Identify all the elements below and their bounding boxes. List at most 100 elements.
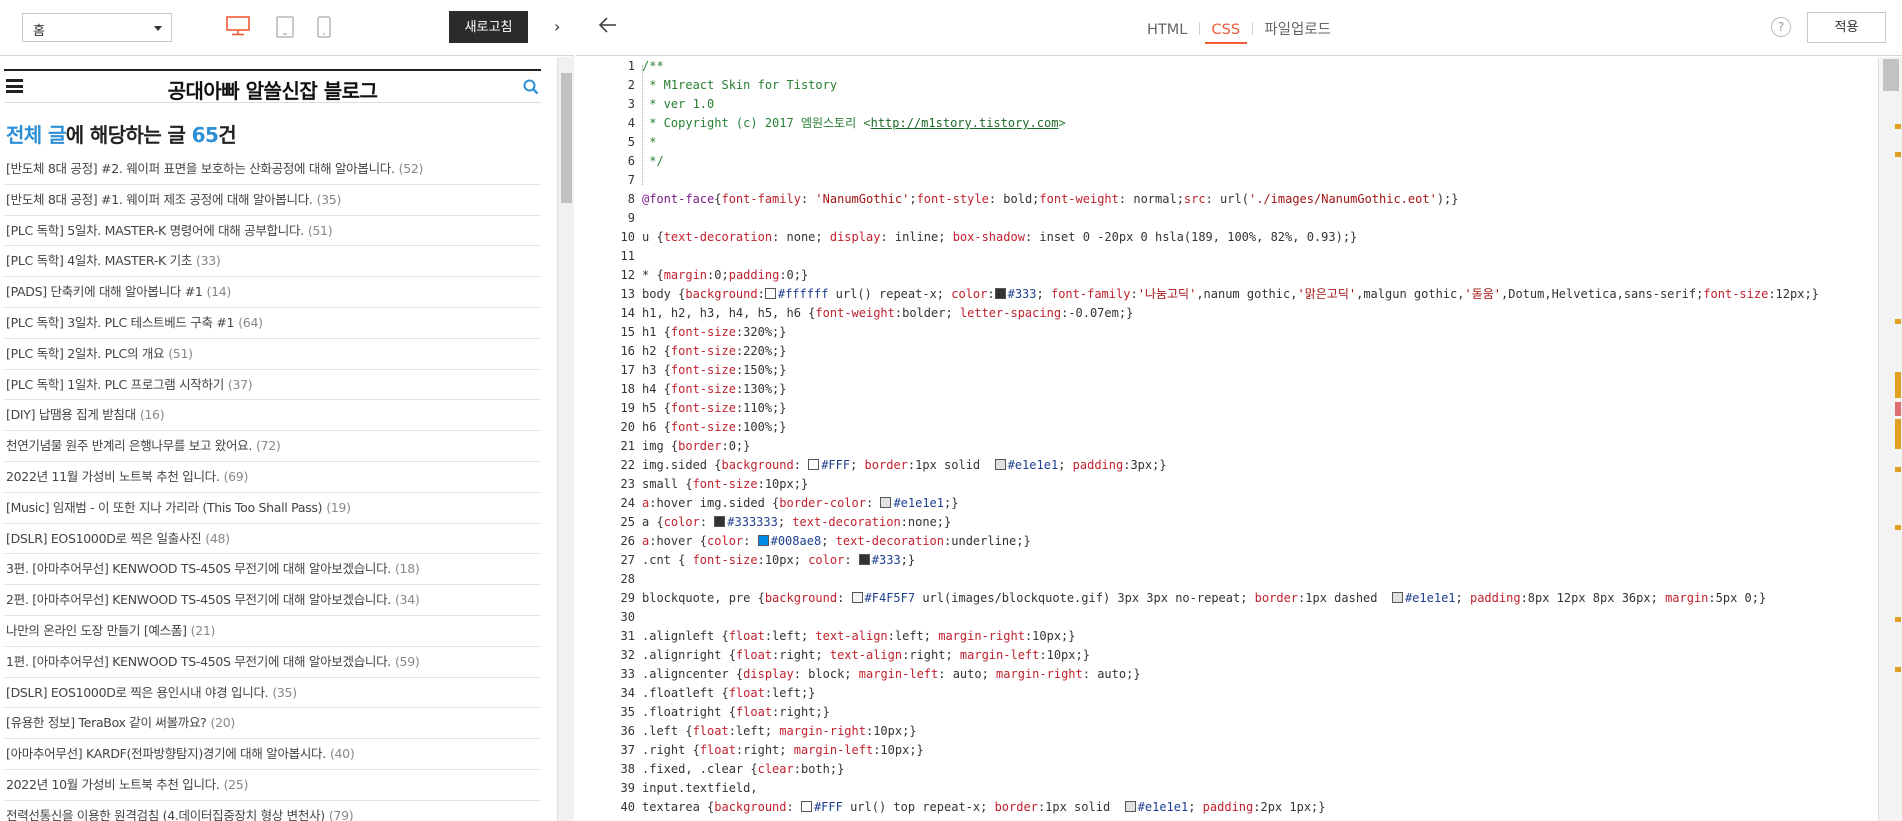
code-line[interactable]: img.sided {background: #FFF; border:1px … (642, 456, 1878, 475)
post-list-item[interactable]: 천연기념물 원주 반계리 은행나무를 보고 왔어요. (72) (4, 431, 541, 462)
post-title[interactable]: [PADS] 단축키에 대해 알아봅니다 #1 (6, 284, 203, 299)
post-title[interactable]: [아마추어무선] KARDF(전파방향탐지)경기에 대해 알아봅시다. (6, 746, 326, 761)
post-list-item[interactable]: 나만의 온라인 도장 만들기 [예스폼] (21) (4, 616, 541, 647)
post-title[interactable]: [반도체 8대 공정] #1. 웨이퍼 제조 공정에 대해 알아봅니다. (6, 192, 313, 207)
tablet-icon[interactable] (276, 16, 294, 42)
code-line[interactable]: h5 {font-size:110%;} (642, 399, 1878, 418)
refresh-button[interactable]: 새로고침 (449, 11, 528, 43)
search-icon[interactable] (523, 79, 539, 99)
post-title[interactable]: [PLC 독학] 2일차. PLC의 개요 (6, 346, 165, 361)
code-line[interactable]: a:hover {color: #008ae8; text-decoration… (642, 532, 1878, 551)
post-list-item[interactable]: 1편. [아마추어무선] KENWOOD TS-450S 무전기에 대해 알아보… (4, 647, 541, 678)
tab-file-upload[interactable]: 파일업로드 (1257, 18, 1338, 40)
css-code-editor[interactable]: 1 2 3 4 5 6 7 8 9 10 11 12 13 14 15 16 17 18 19 20 21 22 23 24 2… (576, 57, 1878, 821)
code-line[interactable]: .right {float:right; margin-left:10px;} (642, 741, 1878, 760)
post-title[interactable]: 3편. [아마추어무선] KENWOOD TS-450S 무전기에 대해 알아보… (6, 561, 391, 576)
collapse-chevron-icon[interactable]: › (554, 17, 560, 36)
post-list-item[interactable]: [PLC 독학] 1일차. PLC 프로그램 시작하기 (37) (4, 370, 541, 401)
post-list-item[interactable]: [DIY] 납땜용 집게 받침대 (16) (4, 400, 541, 432)
code-line[interactable]: u {text-decoration: none; display: inlin… (642, 228, 1878, 247)
post-title[interactable]: [PLC 독학] 3일차. PLC 테스트베드 구축 #1 (6, 315, 235, 330)
code-line[interactable] (642, 171, 1878, 190)
code-line[interactable]: @font-face{font-family: 'NanumGothic';fo… (642, 190, 1878, 209)
preview-scrollbar[interactable] (557, 57, 574, 821)
post-title[interactable]: 전력선통신을 이용한 원격검침 (4.데이터집중장치 형상 변천사) (6, 808, 325, 821)
post-title[interactable]: [반도체 8대 공정] #2. 웨이퍼 표면을 보호하는 산화공정에 대해 알아… (6, 161, 395, 176)
post-list-item[interactable]: [PLC 독학] 4일차. MASTER-K 기초 (33) (4, 246, 541, 278)
post-list-item[interactable]: 2022년 10월 가성비 노트북 추천 입니다. (25) (4, 770, 541, 801)
code-line[interactable]: */ (642, 152, 1878, 171)
code-line[interactable]: a:hover img.sided {border-color: #e1e1e1… (642, 494, 1878, 513)
code-line[interactable]: * M1react Skin for Tistory (642, 76, 1878, 95)
post-list-item[interactable]: [DSLR] EOS1000D로 찍은 용인시내 야경 입니다. (35) (4, 678, 541, 709)
post-list-item[interactable]: [PLC 독학] 2일차. PLC의 개요 (51) (4, 339, 541, 370)
code-line[interactable] (642, 209, 1878, 228)
post-list-item[interactable]: 2편. [아마추어무선] KENWOOD TS-450S 무전기에 대해 알아보… (4, 585, 541, 616)
post-title[interactable]: [PLC 독학] 5일차. MASTER-K 명령어에 대해 공부합니다. (6, 223, 304, 238)
post-title[interactable]: [DSLR] EOS1000D로 찍은 용인시내 야경 입니다. (6, 685, 269, 700)
post-list-item[interactable]: [DSLR] EOS1000D로 찍은 일출사진 (48) (4, 524, 541, 555)
post-list-item[interactable]: 전력선통신을 이용한 원격검침 (4.데이터집중장치 형상 변천사) (79) (4, 801, 541, 821)
code-line[interactable]: .left {float:left; margin-right:10px;} (642, 722, 1878, 741)
code-line[interactable]: /** (642, 57, 1878, 76)
code-line[interactable]: blockquote, pre {background: #F4F5F7 url… (642, 589, 1878, 608)
code-line[interactable]: .floatright {float:right;} (642, 703, 1878, 722)
blog-title[interactable]: 공대아빠 알쓸신잡 블로그 (4, 75, 541, 104)
code-line[interactable]: h1, h2, h3, h4, h5, h6 {font-weight:bold… (642, 304, 1878, 323)
post-title[interactable]: 나만의 온라인 도장 만들기 [예스폼] (6, 623, 187, 638)
post-title[interactable]: 천연기념물 원주 반계리 은행나무를 보고 왔어요. (6, 438, 252, 453)
code-line[interactable]: a {color: #333333; text-decoration:none;… (642, 513, 1878, 532)
post-title[interactable]: [PLC 독학] 4일차. MASTER-K 기초 (6, 253, 192, 268)
code-line[interactable] (642, 570, 1878, 589)
post-title[interactable]: 2022년 10월 가성비 노트북 추천 입니다. (6, 777, 220, 792)
post-title[interactable]: [DSLR] EOS1000D로 찍은 일출사진 (6, 531, 202, 546)
post-list-item[interactable]: [PADS] 단축키에 대해 알아봅니다 #1 (14) (4, 277, 541, 308)
code-line[interactable]: h6 {font-size:100%;} (642, 418, 1878, 437)
code-line[interactable]: .alignright {float:right; text-align:rig… (642, 646, 1878, 665)
pc-icon[interactable] (226, 16, 250, 40)
post-title[interactable]: [PLC 독학] 1일차. PLC 프로그램 시작하기 (6, 377, 224, 392)
post-list-item[interactable]: [유용한 정보] TeraBox 같이 써볼까요? (20) (4, 708, 541, 740)
code-line[interactable]: .alignleft {float:left; text-align:left;… (642, 627, 1878, 646)
code-line[interactable]: input.textfield, (642, 779, 1878, 798)
code-line[interactable]: small {font-size:10px;} (642, 475, 1878, 494)
post-list-item[interactable]: 3편. [아마추어무선] KENWOOD TS-450S 무전기에 대해 알아보… (4, 554, 541, 586)
post-list-item[interactable]: [반도체 8대 공정] #2. 웨이퍼 표면을 보호하는 산화공정에 대해 알아… (4, 154, 541, 185)
code-line[interactable]: h4 {font-size:130%;} (642, 380, 1878, 399)
code-line[interactable]: h3 {font-size:150%;} (642, 361, 1878, 380)
code-line[interactable]: * {margin:0;padding:0;} (642, 266, 1878, 285)
code-line[interactable]: * Copyright (c) 2017 엠원스토리 <http://m1sto… (642, 114, 1878, 133)
code-line[interactable]: textarea {background: #FFF url() top rep… (642, 798, 1878, 817)
post-list-item[interactable]: [PLC 독학] 3일차. PLC 테스트베드 구축 #1 (64) (4, 308, 541, 339)
page-select[interactable]: 홈 (22, 13, 172, 42)
editor-scrollbar-thumb[interactable] (1883, 59, 1899, 91)
tab-css[interactable]: CSS (1204, 22, 1248, 44)
code-line[interactable] (642, 247, 1878, 266)
code-line[interactable]: .floatleft {float:left;} (642, 684, 1878, 703)
post-list-item[interactable]: [반도체 8대 공정] #1. 웨이퍼 제조 공정에 대해 알아봅니다. (35) (4, 185, 541, 216)
post-list-item[interactable]: [Music] 임재범 - 이 또한 지나 가리라 (This Too Shal… (4, 493, 541, 524)
code-line[interactable]: body {background: #ffffff url() repeat-x;… (642, 285, 1878, 304)
post-list-item[interactable]: 2022년 11월 가성비 노트북 추천 입니다. (69) (4, 462, 541, 493)
tab-html[interactable]: HTML (1140, 22, 1194, 44)
code-line[interactable]: h2 {font-size:220%;} (642, 342, 1878, 361)
code-line[interactable]: .cnt { font-size:10px; color: #333;} (642, 551, 1878, 570)
post-title[interactable]: 1편. [아마추어무선] KENWOOD TS-450S 무전기에 대해 알아보… (6, 654, 391, 669)
post-title[interactable]: 2편. [아마추어무선] KENWOOD TS-450S 무전기에 대해 알아보… (6, 592, 391, 607)
editor-scrollbar[interactable] (1878, 57, 1902, 821)
post-title[interactable]: [유용한 정보] TeraBox 같이 써볼까요? (6, 715, 207, 730)
preview-scrollbar-thumb[interactable] (561, 73, 572, 203)
code-line[interactable]: .aligncenter {display: block; margin-lef… (642, 665, 1878, 684)
post-title[interactable]: [Music] 임재범 - 이 또한 지나 가리라 (This Too Shal… (6, 500, 323, 515)
code-line[interactable]: * ver 1.0 (642, 95, 1878, 114)
help-button[interactable]: ? (1771, 17, 1791, 37)
post-title[interactable]: 2022년 11월 가성비 노트북 추천 입니다. (6, 469, 220, 484)
post-list-item[interactable]: [PLC 독학] 5일차. MASTER-K 명령어에 대해 공부합니다. (51… (4, 216, 541, 247)
code-line[interactable]: * (642, 133, 1878, 152)
code-line[interactable] (642, 608, 1878, 627)
mobile-icon[interactable] (317, 16, 331, 42)
post-list-item[interactable]: [아마추어무선] KARDF(전파방향탐지)경기에 대해 알아봅시다. (40) (4, 739, 541, 770)
apply-button[interactable]: 적용 (1807, 12, 1886, 43)
post-title[interactable]: [DIY] 납땜용 집게 받침대 (6, 407, 136, 422)
code-line[interactable]: .fixed, .clear {clear:both;} (642, 760, 1878, 779)
